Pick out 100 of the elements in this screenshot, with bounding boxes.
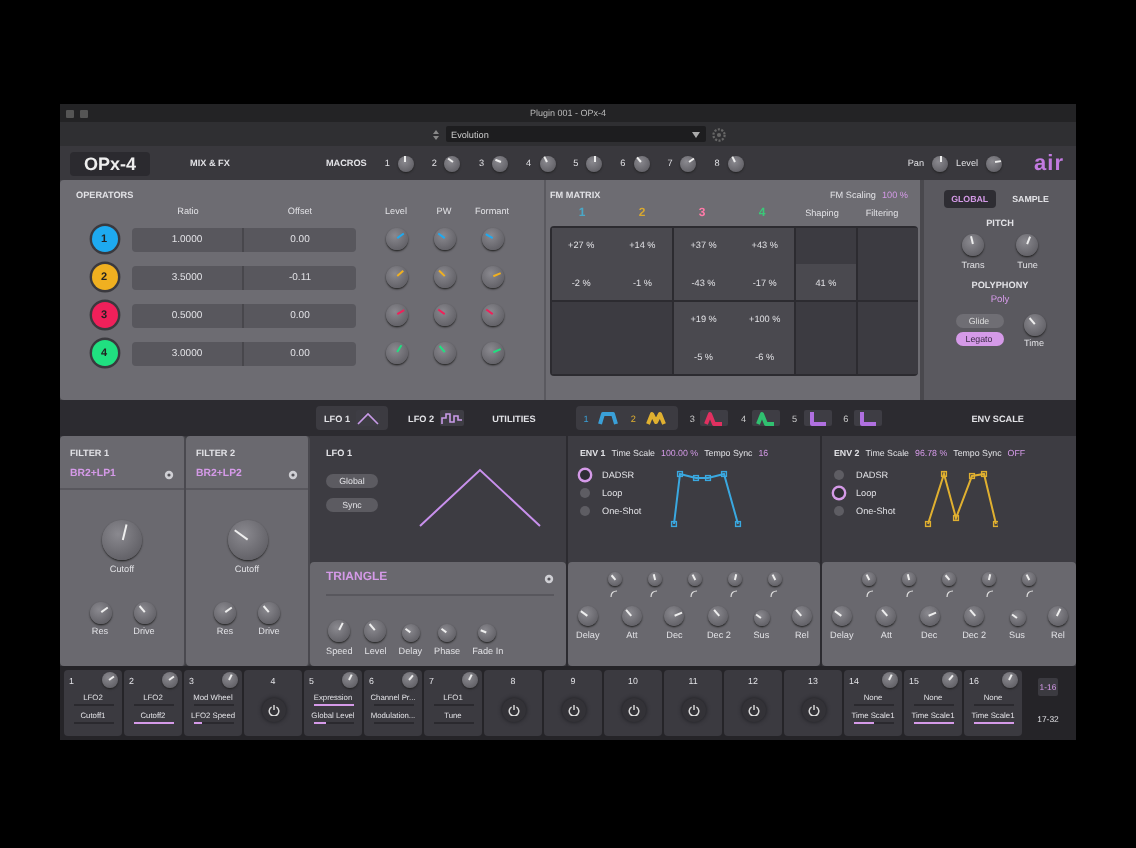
curve-icon [610, 590, 618, 598]
power-button[interactable] [681, 698, 705, 722]
knob[interactable] [328, 620, 351, 642]
radio-button[interactable] [834, 506, 844, 516]
curve-icon [945, 590, 953, 598]
knob[interactable] [481, 342, 503, 364]
matrix-cell[interactable] [857, 301, 918, 338]
power-button[interactable] [801, 698, 825, 722]
knob[interactable] [961, 234, 984, 256]
radio-button[interactable] [580, 506, 590, 516]
knob[interactable] [492, 155, 509, 171]
knob[interactable] [687, 572, 701, 586]
radio-button[interactable] [834, 470, 844, 480]
dot-circle-icon [544, 573, 554, 583]
knob[interactable] [727, 155, 744, 171]
dot-circle-icon [288, 469, 298, 479]
knob[interactable] [214, 601, 236, 623]
power-icon [507, 704, 519, 716]
curve-icon [650, 590, 658, 598]
caret-icon [691, 131, 699, 137]
knob[interactable] [664, 606, 685, 626]
curve-icon [690, 590, 698, 598]
power-icon [807, 704, 819, 716]
matrix-cell[interactable] [857, 264, 918, 301]
knob[interactable] [876, 606, 897, 626]
knob[interactable] [932, 155, 949, 171]
matrix-cell[interactable] [857, 338, 918, 375]
power-icon [687, 704, 699, 716]
knob[interactable] [438, 624, 457, 642]
knob[interactable] [89, 601, 111, 623]
curve-icon [865, 590, 873, 598]
knob[interactable] [919, 606, 940, 626]
curve-icon [1025, 590, 1033, 598]
knob[interactable] [433, 342, 455, 364]
power-button[interactable] [621, 698, 645, 722]
radio-button[interactable] [580, 470, 590, 480]
knob[interactable] [964, 606, 985, 626]
knob[interactable] [478, 624, 497, 642]
knob[interactable] [647, 572, 661, 586]
knob[interactable] [364, 620, 387, 642]
step-wave-icon [440, 410, 465, 426]
power-icon [267, 704, 279, 716]
knob[interactable] [862, 572, 876, 586]
knob[interactable] [444, 155, 461, 171]
knob[interactable] [727, 572, 741, 586]
matrix-cell[interactable] [795, 301, 856, 338]
knob[interactable] [577, 606, 598, 626]
dot-circle-icon [164, 469, 174, 479]
knob[interactable] [942, 572, 956, 586]
knob[interactable] [221, 672, 237, 688]
knob[interactable] [680, 155, 697, 171]
knob[interactable] [767, 572, 781, 586]
radio-button[interactable] [580, 488, 590, 498]
knob[interactable] [1047, 606, 1068, 626]
gear-icon [711, 127, 725, 141]
knob[interactable] [586, 155, 603, 171]
knob[interactable] [1016, 234, 1039, 256]
knob[interactable] [1023, 313, 1045, 335]
knob[interactable] [161, 672, 177, 688]
knob[interactable] [133, 601, 155, 623]
knob[interactable] [902, 572, 916, 586]
knob[interactable] [791, 606, 812, 626]
knob[interactable] [607, 572, 621, 586]
knob[interactable] [1022, 572, 1036, 586]
envelope-drawing [669, 468, 744, 530]
knob[interactable] [101, 672, 117, 688]
power-button[interactable] [261, 698, 285, 722]
envelope-drawing [923, 468, 998, 530]
knob[interactable] [986, 155, 1003, 171]
curve-icon [985, 590, 993, 598]
knob[interactable] [401, 624, 420, 642]
knob[interactable] [258, 601, 280, 623]
power-button[interactable] [561, 698, 585, 722]
spinner-arrows-icon [431, 127, 439, 141]
knob[interactable] [941, 672, 957, 688]
brand-logo: air [1034, 153, 1064, 173]
knob[interactable] [753, 610, 770, 626]
knob[interactable] [1009, 610, 1026, 626]
power-icon [627, 704, 639, 716]
curve-icon [770, 590, 778, 598]
knob[interactable] [708, 606, 729, 626]
matrix-cell[interactable] [795, 338, 856, 375]
knob[interactable] [881, 672, 897, 688]
knob[interactable] [1001, 672, 1017, 688]
knob[interactable] [831, 606, 852, 626]
power-icon [567, 704, 579, 716]
power-button[interactable] [501, 698, 525, 722]
knob[interactable] [461, 672, 477, 688]
knob[interactable] [633, 155, 650, 171]
knob[interactable] [401, 672, 417, 688]
matrix-cell[interactable] [795, 227, 856, 264]
knob[interactable] [982, 572, 996, 586]
knob[interactable] [539, 155, 556, 171]
power-button[interactable] [741, 698, 765, 722]
curve-icon [730, 590, 738, 598]
knob[interactable] [341, 672, 357, 688]
radio-button[interactable] [834, 488, 844, 498]
knob[interactable] [397, 155, 414, 171]
knob[interactable] [621, 606, 642, 626]
matrix-cell[interactable] [857, 227, 918, 264]
